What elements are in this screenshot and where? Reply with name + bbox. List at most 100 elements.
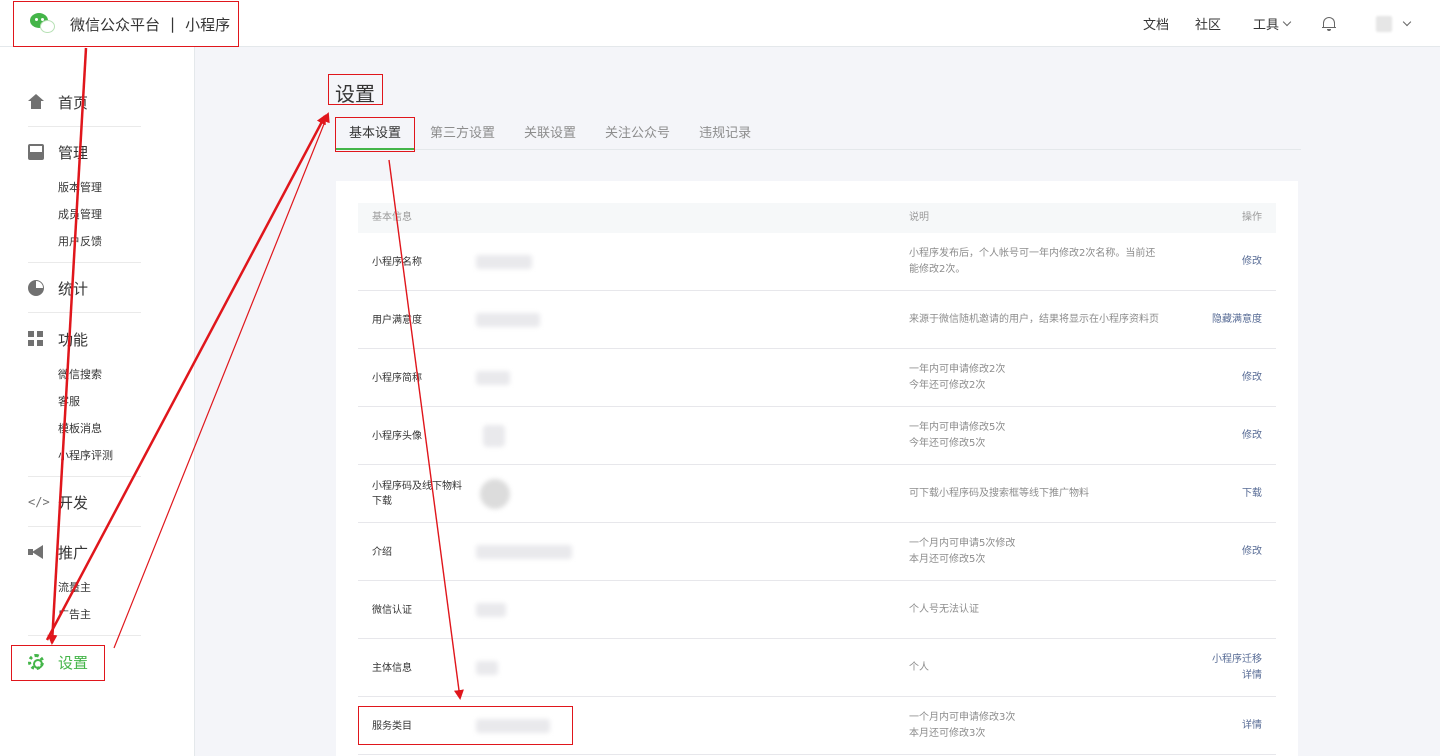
brand[interactable]: 微信公众平台 | 小程序 [28,10,230,38]
tab-related[interactable]: 关联设置 [510,117,590,150]
desc-line: 今年还可修改5次 [909,438,986,449]
sidebar-group-manage: 管理 版本管理 成员管理 用户反馈 [28,142,141,255]
details-link[interactable]: 详情 [1242,668,1262,684]
sidebar-item-promote[interactable]: 推广 [28,542,141,562]
action-label: 详情 [1242,720,1262,731]
settings-tabs: 基本设置 第三方设置 关联设置 关注公众号 违规记录 [335,117,1301,150]
sidebar-divider [28,312,141,313]
sidebar-item-label: 设置 [58,653,89,672]
desc-line: 一年内可申请修改2次 [909,364,1006,375]
row-label: 用户满意度 [372,314,422,326]
pie-chart-icon [28,280,44,296]
sidebar-item-home[interactable]: 首页 [28,92,141,112]
row-label: 服务类目 [372,720,412,732]
row-description: 个人号无法认证 [909,581,1189,639]
row-description: 来源于微信随机邀请的用户，结果将显示在小程序资料页 [909,291,1209,349]
modify-avatar-link[interactable]: 修改 [1242,407,1262,465]
blurred-avatar [483,425,505,447]
sidebar-divider [28,635,141,636]
tab-violations[interactable]: 违规记录 [685,117,765,150]
desc-line: 能修改2次。 [909,264,966,275]
home-icon [28,94,44,110]
desc-line: 可下载小程序码及搜索框等线下推广物料 [909,488,1089,499]
desc-line: 小程序发布后，个人帐号可一年内修改2次名称。当前还 [909,248,1156,259]
row-description: 可下载小程序码及搜索框等线下推广物料 [909,465,1189,523]
row-description: 一个月内可申请5次修改 本月还可修改5次 [909,523,1189,581]
top-bar: 微信公众平台 | 小程序 文档 社区 工具 [0,0,1440,47]
action-label: 下载 [1242,488,1262,499]
top-nav: 文档 社区 工具 [1117,0,1412,47]
brand-separator: | [170,15,176,33]
row-label: 微信认证 [372,604,412,616]
tab-third-party[interactable]: 第三方设置 [416,117,509,150]
community-link[interactable]: 社区 [1195,14,1221,33]
sidebar-item-publisher[interactable]: 流量主 [58,574,141,601]
desc-line: 本月还可修改5次 [909,554,986,565]
sidebar-item-settings[interactable]: 设置 [28,652,141,672]
action-label: 修改 [1242,372,1262,383]
desc-line: 个人号无法认证 [909,604,979,615]
table-row: 主体信息 个人 小程序迁移 详情 [358,639,1276,697]
bell-icon[interactable] [1322,16,1336,32]
tools-label: 工具 [1252,18,1279,33]
sidebar-item-feedback[interactable]: 用户反馈 [58,228,141,255]
sidebar-item-advertiser[interactable]: 广告主 [58,601,141,628]
desc-line: 一年内可申请修改5次 [909,422,1006,433]
header-action: 操作 [1242,212,1262,223]
hide-satisfaction-link[interactable]: 隐藏满意度 [1212,291,1262,349]
product-name: 小程序 [185,15,231,34]
sidebar-item-wechat-search[interactable]: 微信搜索 [58,361,141,388]
download-link[interactable]: 下载 [1242,465,1262,523]
docs-link[interactable]: 文档 [1143,14,1169,33]
sidebar-item-members[interactable]: 成员管理 [58,201,141,228]
settings-card: 基本信息 说明 操作 小程序名称 小程序发布后，个人帐号可一年内修改2次名称。当… [336,181,1298,756]
inbox-icon [28,144,44,160]
blurred-value [476,661,498,675]
sidebar-item-develop[interactable]: </> 开发 [28,492,141,512]
wechat-logo-icon [28,11,58,37]
modify-short-name-link[interactable]: 修改 [1242,349,1262,407]
action-label: 隐藏满意度 [1212,314,1262,325]
gear-icon [28,654,44,670]
service-category-details-link[interactable]: 详情 [1242,697,1262,755]
desc-line: 个人 [909,662,929,673]
sidebar-item-template-message[interactable]: 模板消息 [58,415,141,442]
row-label: 小程序码及线下物料下载 [372,481,462,507]
page-title: 设置 [335,82,375,106]
sidebar-item-evaluation[interactable]: 小程序评测 [58,442,141,469]
sidebar-divider [28,126,141,127]
table-row: 小程序头像 一年内可申请修改5次 今年还可修改5次 修改 [358,407,1276,465]
desc-line: 今年还可修改2次 [909,380,986,391]
desc-line: 一个月内可申请修改3次 [909,712,1016,723]
sidebar-item-features[interactable]: 功能 [28,329,141,349]
modify-name-link[interactable]: 修改 [1242,233,1262,291]
row-label: 小程序名称 [372,256,422,268]
tab-follow-account[interactable]: 关注公众号 [591,117,684,150]
blurred-value [476,371,510,385]
action-label: 修改 [1242,256,1262,267]
tools-menu[interactable]: 工具 [1252,14,1292,33]
row-label: 主体信息 [372,662,412,674]
avatar[interactable] [1376,15,1392,32]
modify-intro-link[interactable]: 修改 [1242,523,1262,581]
sidebar-item-stats[interactable]: 统计 [28,278,141,298]
blurred-value [476,255,532,269]
sidebar-divider [28,526,141,527]
sidebar-item-versions[interactable]: 版本管理 [58,174,141,201]
sidebar-item-label: 功能 [58,330,89,349]
tab-basic-settings[interactable]: 基本设置 [335,117,416,150]
subject-actions: 小程序迁移 详情 [1212,639,1262,697]
sidebar-item-customer-service[interactable]: 客服 [58,388,141,415]
sidebar-item-label: 推广 [58,543,89,562]
table-row: 微信认证 个人号无法认证 [358,581,1276,639]
migrate-link[interactable]: 小程序迁移 [1212,652,1262,668]
header-description: 说明 [909,212,929,223]
account-chevron-down-icon[interactable] [1402,17,1412,27]
sidebar-item-label: 管理 [58,143,89,162]
table-row: 用户满意度 来源于微信随机邀请的用户，结果将显示在小程序资料页 隐藏满意度 [358,291,1276,349]
sidebar-item-manage[interactable]: 管理 [28,142,141,162]
code-icon: </> [28,495,50,509]
sidebar-divider [28,476,141,477]
desc-line: 一个月内可申请5次修改 [909,538,1016,549]
sidebar-item-label: 首页 [58,93,89,112]
